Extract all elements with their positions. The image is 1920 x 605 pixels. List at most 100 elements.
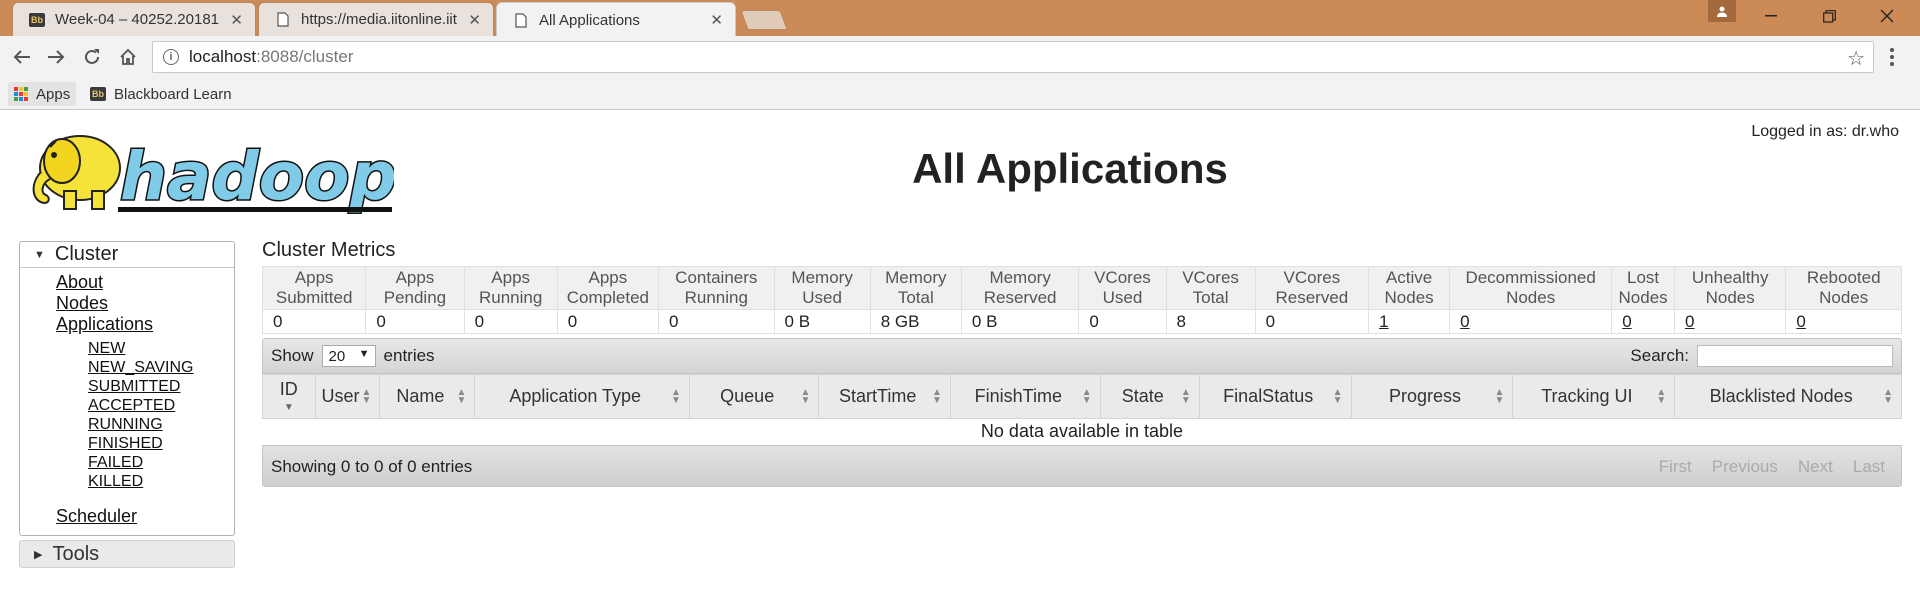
metrics-header-line: Memory <box>885 268 947 287</box>
close-icon[interactable]: ✕ <box>468 11 481 29</box>
sidebar-link-nodes[interactable]: Nodes <box>56 293 234 314</box>
reload-icon[interactable] <box>78 43 106 71</box>
forward-arrow-icon[interactable] <box>42 43 70 71</box>
metrics-header: Apps Running <box>463 266 558 310</box>
sidebar-link-scheduler[interactable]: Scheduler <box>56 506 234 527</box>
column-header[interactable]: Queue ▲ ▼ <box>688 374 820 419</box>
state-link-submitted[interactable]: SUBMITTED <box>88 377 234 396</box>
browser-tab-media[interactable]: https://media.iitonline.iit… ✕ <box>258 2 494 36</box>
column-header[interactable]: Progress ▲ ▼ <box>1350 374 1514 419</box>
metrics-value-cell: 1 <box>1368 309 1451 334</box>
state-link-running[interactable]: RUNNING <box>88 415 234 434</box>
column-header-label: Name <box>396 386 445 406</box>
new-tab-button[interactable] <box>740 10 788 30</box>
metrics-header-line: Containers <box>675 268 758 287</box>
close-icon[interactable]: ✕ <box>230 11 243 29</box>
metrics-header-line: Nodes <box>1506 288 1556 307</box>
browser-menu-icon[interactable] <box>1890 48 1896 68</box>
pagination: First Previous Next Last <box>1649 454 1895 480</box>
pagination-previous[interactable]: Previous <box>1702 454 1788 480</box>
search-input[interactable] <box>1697 345 1893 367</box>
tab-title: All Applications <box>539 11 640 29</box>
sort-icon: ▲ ▼ <box>1180 387 1191 406</box>
home-icon[interactable] <box>114 43 142 71</box>
metrics-header-line: Used <box>1102 288 1143 307</box>
metrics-value-link[interactable]: 0 <box>1460 312 1469 331</box>
page-icon <box>275 12 291 28</box>
column-header-label: StartTime <box>839 386 917 406</box>
sort-descending-icon: ▼ <box>283 402 294 413</box>
browser-tab-all-applications[interactable]: All Applications ✕ <box>496 2 736 37</box>
blackboard-icon: Bb <box>29 12 45 27</box>
metrics-value: 8 GB <box>880 311 920 331</box>
column-header[interactable]: Application Type ▲ ▼ <box>474 374 690 419</box>
bookmark-star-icon[interactable]: ☆ <box>1847 46 1865 71</box>
metrics-value-link[interactable]: 1 <box>1379 312 1388 331</box>
state-link-killed[interactable]: KILLED <box>88 472 234 491</box>
column-header[interactable]: FinalStatus ▲ ▼ <box>1198 374 1352 419</box>
metrics-value: 0 <box>1265 311 1276 331</box>
column-header-label: FinishTime <box>974 386 1062 406</box>
minimize-icon[interactable] <box>1742 0 1800 32</box>
tools-panel[interactable]: ▶ Tools <box>19 540 235 568</box>
column-header[interactable]: User ▲ ▼ <box>314 374 381 419</box>
metrics-header-line: Nodes <box>1384 288 1434 307</box>
close-window-icon[interactable] <box>1858 0 1916 32</box>
sort-icon: ▲ ▼ <box>1656 387 1667 406</box>
profile-icon[interactable] <box>1708 0 1736 22</box>
cluster-panel: ▼ Cluster About Nodes Applications NEW N… <box>19 241 235 536</box>
close-icon[interactable]: ✕ <box>710 11 723 29</box>
metrics-value-cell: 8 <box>1165 309 1256 334</box>
tab-title: Week-04 – 40252.20181… <box>55 11 221 28</box>
metrics-header: Apps Pending <box>365 266 465 310</box>
column-header[interactable]: StartTime ▲ ▼ <box>818 374 951 419</box>
column-header[interactable]: State ▲ ▼ <box>1099 374 1200 419</box>
bookmark-apps[interactable]: Apps <box>8 82 77 106</box>
info-icon[interactable]: i <box>163 49 179 65</box>
metrics-value-cell: 0 <box>1785 309 1902 334</box>
column-header[interactable]: ID ▼ <box>262 374 316 419</box>
search-label: Search: <box>1630 346 1689 365</box>
metrics-value-cell: 0 <box>1078 309 1167 334</box>
metrics-header-line: Nodes <box>1705 288 1755 307</box>
metrics-header: VCores Used <box>1078 266 1167 310</box>
metrics-value: 0 <box>376 311 386 331</box>
restore-icon[interactable] <box>1800 0 1858 32</box>
sidebar-link-about[interactable]: About <box>56 272 234 293</box>
column-header[interactable]: Tracking UI ▲ ▼ <box>1512 374 1676 419</box>
page-size-select[interactable]: 20 ▼ <box>321 345 376 367</box>
pagination-first[interactable]: First <box>1649 454 1702 480</box>
state-link-finished[interactable]: FINISHED <box>88 434 234 453</box>
column-header-label: Queue <box>720 386 775 406</box>
tab-title: https://media.iitonline.iit… <box>301 11 459 28</box>
pagination-last[interactable]: Last <box>1843 454 1895 480</box>
browser-tab-week04[interactable]: Bb Week-04 – 40252.20181… ✕ <box>12 2 256 36</box>
hadoop-logo[interactable]: hadoop <box>20 123 398 223</box>
column-header[interactable]: Name ▲ ▼ <box>379 374 476 419</box>
address-host: localhost <box>189 47 257 66</box>
column-header[interactable]: Blacklisted Nodes ▲ ▼ <box>1674 374 1902 419</box>
pagination-next[interactable]: Next <box>1788 454 1843 480</box>
sidebar-link-applications[interactable]: Applications <box>56 314 234 335</box>
back-arrow-icon[interactable] <box>8 43 36 71</box>
state-link-new-saving[interactable]: NEW_SAVING <box>88 358 234 377</box>
address-bar[interactable]: i localhost:8088/cluster ☆ <box>152 41 1874 73</box>
bookmarks-bar: Apps Bb Blackboard Learn <box>0 78 1920 110</box>
metrics-value-link[interactable]: 0 <box>1622 312 1631 331</box>
metrics-header-line: Active <box>1385 268 1433 287</box>
cluster-header[interactable]: ▼ Cluster <box>20 242 234 268</box>
column-header[interactable]: FinishTime ▲ ▼ <box>949 374 1101 419</box>
tools-header[interactable]: ▶ Tools <box>20 541 234 567</box>
search-control: Search: <box>1630 345 1893 367</box>
state-link-new[interactable]: NEW <box>88 339 234 358</box>
bookmark-blackboard-learn[interactable]: Bb Blackboard Learn <box>84 82 238 106</box>
metrics-value-cell: 8 GB <box>869 309 962 334</box>
state-link-accepted[interactable]: ACCEPTED <box>88 396 234 415</box>
metrics-value-link[interactable]: 0 <box>1685 312 1694 331</box>
metrics-header-line: Unhealthy <box>1691 268 1769 287</box>
browser-toolbar: i localhost:8088/cluster ☆ <box>0 36 1920 78</box>
metrics-value-link[interactable]: 0 <box>1796 312 1805 331</box>
dropdown-arrow-icon: ▼ <box>358 348 370 360</box>
state-link-failed[interactable]: FAILED <box>88 453 234 472</box>
page-title: All Applications <box>912 145 1228 192</box>
